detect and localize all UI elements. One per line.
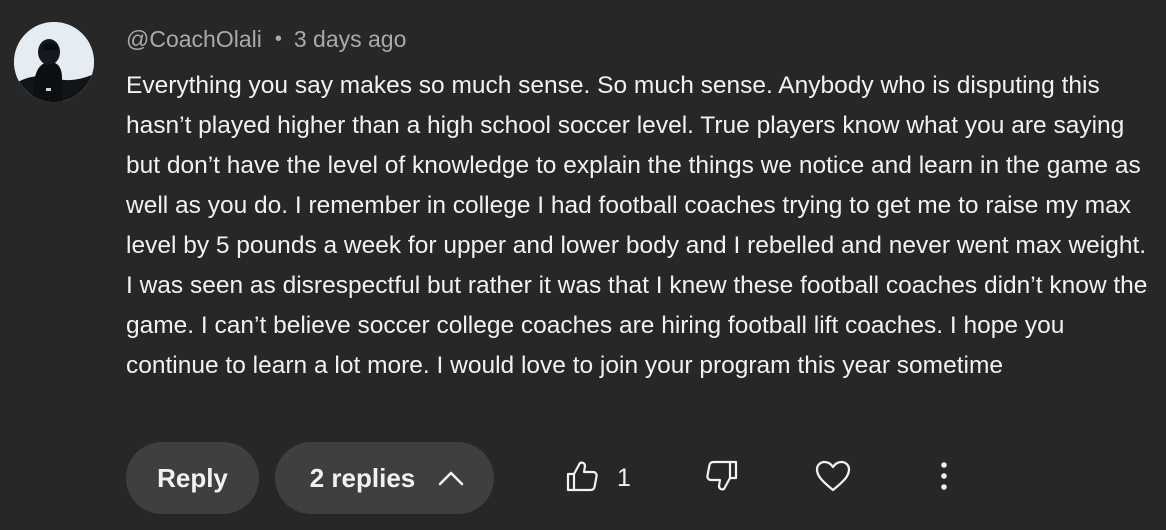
separator-dot: • — [274, 27, 282, 50]
comment-thread: @CoachOlali • 3 days ago Everything you … — [0, 0, 1166, 530]
like-count: 1 — [617, 463, 631, 492]
replies-count-label: 2 replies — [309, 462, 416, 493]
thumbs-down-icon — [705, 459, 739, 498]
like-button[interactable] — [558, 442, 606, 514]
heart-icon — [814, 459, 852, 498]
thumbs-up-icon — [565, 459, 599, 498]
reply-button[interactable]: Reply — [126, 442, 259, 514]
chevron-up-icon — [437, 469, 465, 487]
more-vertical-icon — [939, 461, 949, 496]
reply-button-label: Reply — [157, 462, 228, 493]
heart-button[interactable] — [808, 442, 858, 514]
avatar[interactable] — [14, 22, 94, 102]
comment-actions: Reply 2 replies 1 — [126, 442, 947, 514]
dislike-button[interactable] — [698, 442, 746, 514]
comment-header: @CoachOlali • 3 days ago — [126, 22, 406, 56]
comment-timestamp[interactable]: 3 days ago — [294, 26, 407, 53]
avatar-image — [14, 22, 94, 102]
more-actions-button[interactable] — [924, 442, 964, 514]
view-replies-button[interactable]: 2 replies — [275, 442, 494, 514]
author-name[interactable]: @CoachOlali — [126, 26, 262, 53]
comment-text: Everything you say makes so much sense. … — [126, 72, 1148, 379]
